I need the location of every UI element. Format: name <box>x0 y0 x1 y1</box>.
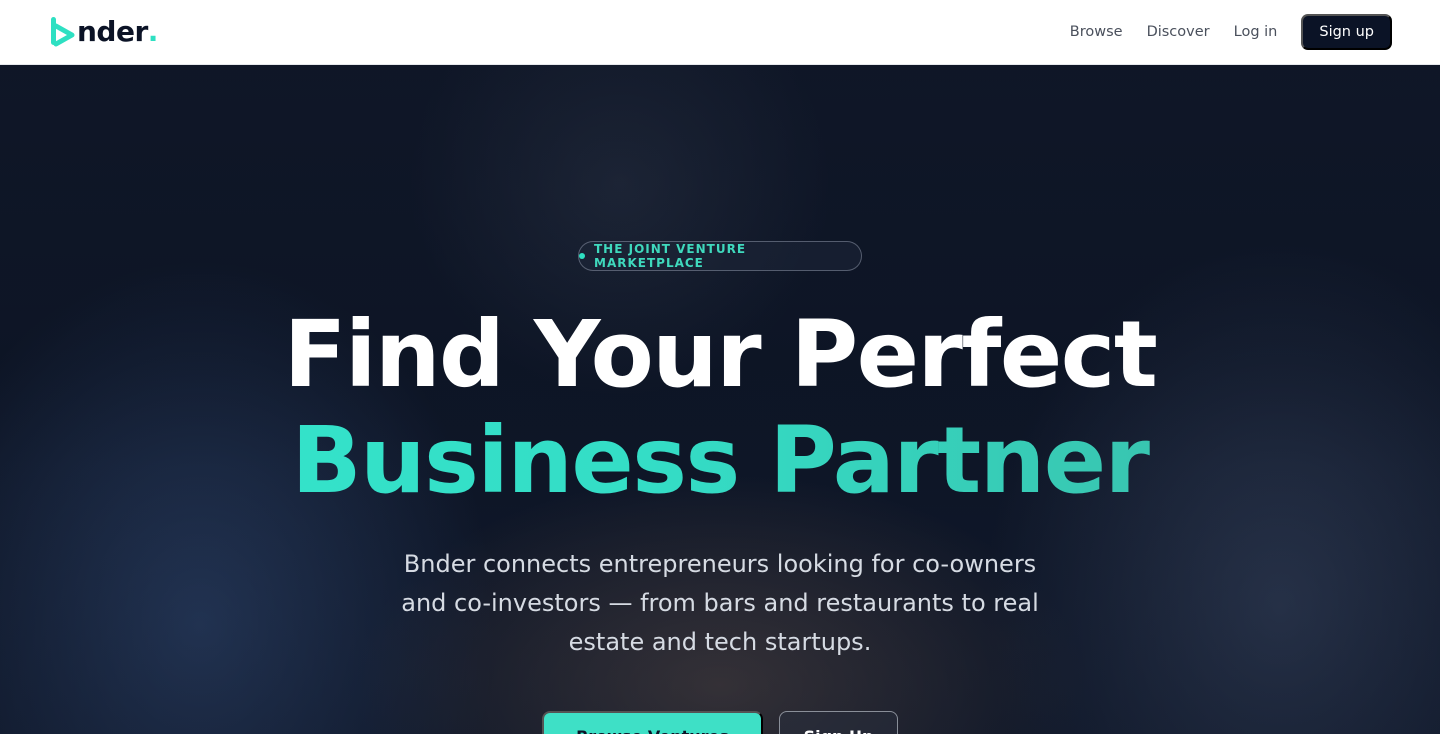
headline-line-2: Business Partner <box>0 415 1440 507</box>
bnder-logo[interactable]: nder . <box>50 12 158 52</box>
hero-sign-up-button[interactable]: Sign Up <box>779 711 898 734</box>
logo-wordmark: nder <box>77 15 148 48</box>
nav-links: Browse Discover Log in Sign up <box>1046 14 1392 50</box>
hero-badge: THE JOINT VENTURE MARKETPLACE <box>578 241 862 271</box>
browse-ventures-button[interactable]: Browse Ventures <box>542 711 763 734</box>
badge-dot-icon <box>579 253 585 259</box>
top-navbar: nder . Browse Discover Log in Sign up <box>0 0 1440 65</box>
logo-b-icon <box>51 17 75 47</box>
hero-subtitle: Bnder connects entrepreneurs looking for… <box>401 550 1039 656</box>
headline-line-1: Find Your Perfect <box>283 301 1158 408</box>
nav-link-login[interactable]: Log in <box>1234 24 1278 40</box>
logo-dot: . <box>147 15 159 48</box>
nav-link-discover[interactable]: Discover <box>1147 24 1210 40</box>
sign-up-button[interactable]: Sign up <box>1301 14 1392 50</box>
hero-section: THE JOINT VENTURE MARKETPLACE Find Your … <box>0 65 1440 734</box>
badge-label: THE JOINT VENTURE MARKETPLACE <box>594 242 747 270</box>
nav-link-browse[interactable]: Browse <box>1070 24 1123 40</box>
